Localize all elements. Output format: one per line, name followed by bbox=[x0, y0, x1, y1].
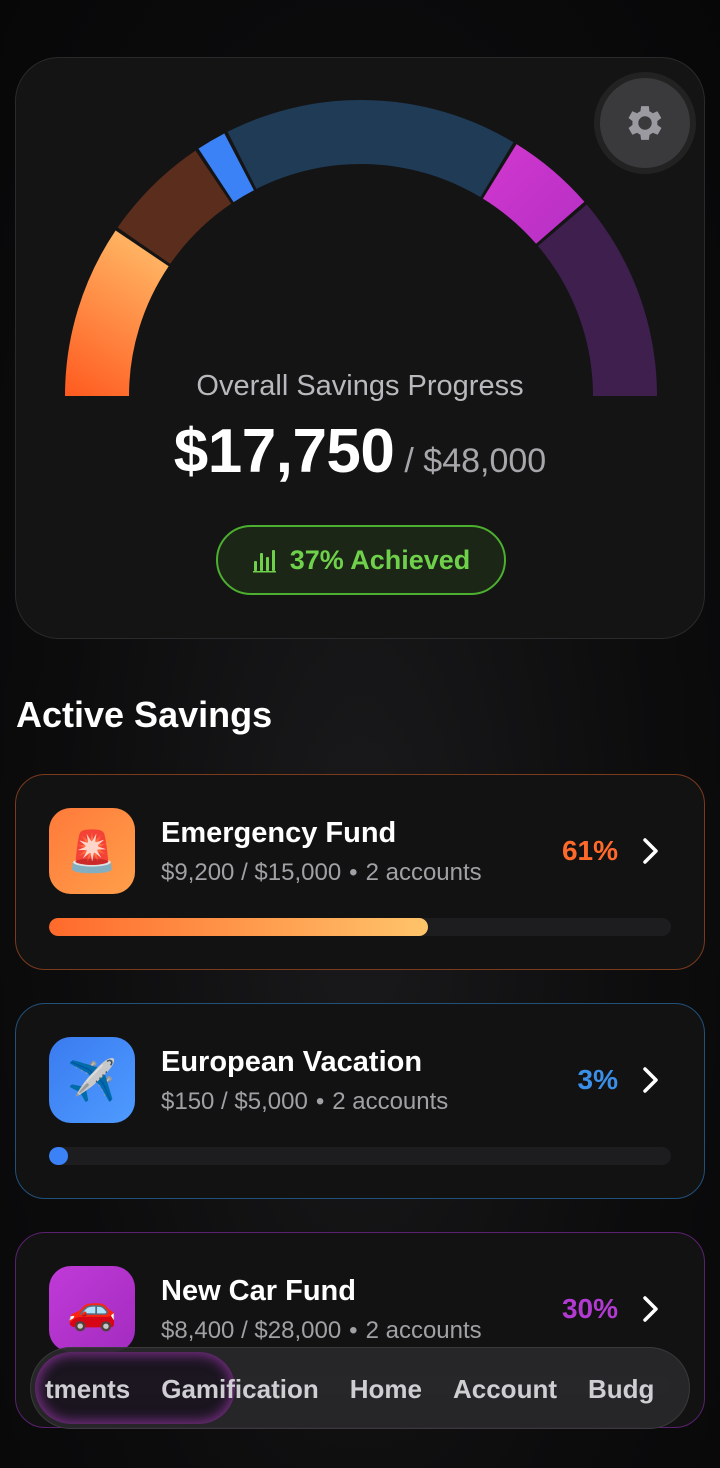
goal-amounts: $150 / $5,000 bbox=[161, 1088, 308, 1115]
current-savings-amount: $17,750 bbox=[173, 417, 395, 486]
siren-icon: 🚨 bbox=[49, 808, 135, 894]
tab-investments[interactable]: tments bbox=[45, 1374, 130, 1405]
goal-accounts: 2 accounts bbox=[365, 1317, 482, 1344]
overall-progress-card: Overall Savings Progress $17,750/ $48,00… bbox=[15, 57, 705, 639]
bar-chart-icon bbox=[252, 550, 276, 573]
goal-card-emergency-fund[interactable]: 🚨 Emergency Fund $9,200 / $15,000 • 2 acco… bbox=[15, 774, 705, 970]
chevron-right-icon bbox=[643, 1067, 658, 1093]
goal-accounts: 2 accounts bbox=[332, 1088, 449, 1115]
goal-percent: 3% bbox=[577, 1064, 618, 1095]
tab-list: tments Gamification Home Account Budg bbox=[45, 1348, 654, 1428]
target-savings-amount: / $48,000 bbox=[404, 442, 547, 480]
goal-amounts: $8,400 / $28,000 bbox=[161, 1317, 342, 1344]
settings-button[interactable] bbox=[600, 78, 690, 168]
tab-account[interactable]: Account bbox=[453, 1374, 557, 1405]
goal-name: European Vacation bbox=[161, 1046, 423, 1078]
page: Overall Savings Progress $17,750/ $48,00… bbox=[0, 0, 720, 1468]
bottom-tab-bar: tments Gamification Home Account Budg bbox=[30, 1347, 690, 1429]
gauge-segments bbox=[65, 100, 657, 396]
goal-name: Emergency Fund bbox=[161, 817, 397, 849]
separator-dot: • bbox=[349, 1317, 358, 1344]
goal-card-european-vacation[interactable]: ✈️ European Vacation $150 / $5,000 • 2 acc… bbox=[15, 1003, 705, 1199]
overall-progress-label: Overall Savings Progress bbox=[196, 370, 524, 402]
goal-amounts: $9,200 / $15,000 bbox=[161, 859, 342, 886]
goal-progress-track bbox=[49, 918, 671, 936]
gauge-segment-car-remaining bbox=[537, 204, 657, 396]
goal-percent: 30% bbox=[561, 1293, 618, 1324]
tab-gamification[interactable]: Gamification bbox=[161, 1374, 318, 1405]
chevron-right-icon bbox=[643, 838, 658, 864]
separator-dot: • bbox=[315, 1088, 325, 1115]
section-title: Active Savings bbox=[16, 694, 273, 735]
gear-icon bbox=[628, 106, 662, 140]
tab-budget[interactable]: Budg bbox=[588, 1374, 654, 1405]
chevron-right-icon bbox=[643, 1296, 658, 1322]
goal-percent: 61% bbox=[561, 835, 618, 866]
airplane-icon: ✈️ bbox=[49, 1037, 135, 1123]
goal-accounts: 2 accounts bbox=[365, 859, 482, 886]
achieved-text: 37% Achieved bbox=[289, 544, 471, 575]
tab-home[interactable]: Home bbox=[350, 1374, 422, 1405]
goal-subtitle: $150 / $5,000 • 2 accounts bbox=[161, 1088, 448, 1116]
achieved-badge: 37% Achieved bbox=[216, 525, 506, 595]
goal-progress-fill bbox=[49, 1147, 68, 1165]
gauge-segment-vacation-remaining bbox=[227, 100, 514, 198]
goal-subtitle: $8,400 / $28,000 • 2 accounts bbox=[161, 1317, 482, 1345]
separator-dot: • bbox=[349, 859, 358, 886]
car-icon: 🚗 bbox=[49, 1266, 135, 1352]
goal-subtitle: $9,200 / $15,000 • 2 accounts bbox=[161, 859, 482, 887]
overall-amounts: $17,750/ $48,000 bbox=[16, 416, 704, 487]
goal-progress-track bbox=[49, 1147, 671, 1165]
goal-progress-fill bbox=[49, 918, 429, 936]
goal-name: New Car Fund bbox=[161, 1275, 356, 1307]
